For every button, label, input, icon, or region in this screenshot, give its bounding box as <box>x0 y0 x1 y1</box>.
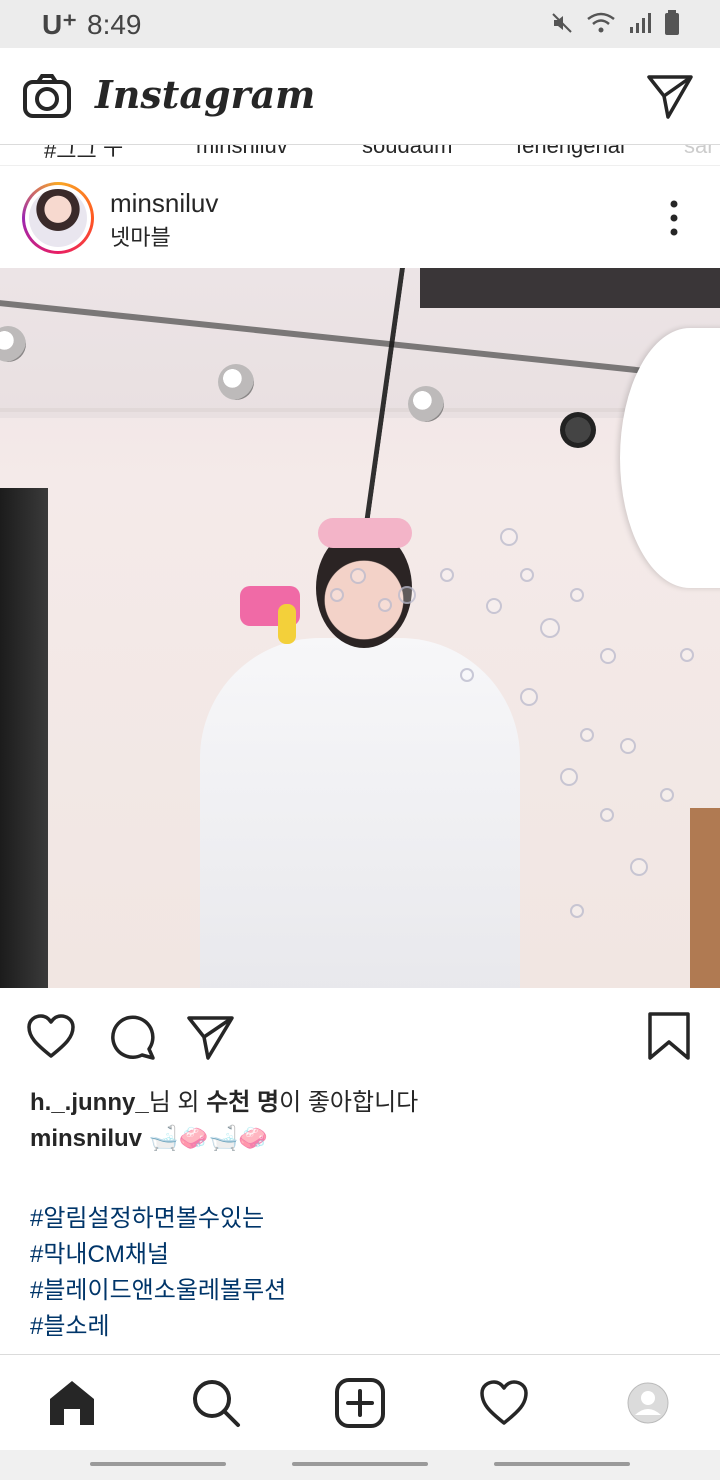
caption-emoji: 🛁🧼🛁🧼 <box>148 1125 269 1152</box>
bookmark-icon[interactable] <box>644 1012 694 1062</box>
status-icons <box>550 10 680 36</box>
add-post-icon[interactable] <box>334 1377 386 1429</box>
battery-icon <box>665 10 679 35</box>
story-label[interactable]: soudaum <box>362 145 453 159</box>
home-icon[interactable] <box>46 1377 98 1429</box>
gesture-bar <box>0 1450 720 1480</box>
story-label[interactable]: sar <box>684 145 715 159</box>
caption-username[interactable]: minsniluv <box>30 1125 142 1152</box>
avatar-image <box>29 189 87 247</box>
activity-heart-icon[interactable] <box>478 1377 530 1429</box>
gesture-hint <box>292 1462 428 1466</box>
bottom-nav <box>0 1354 720 1451</box>
gesture-hint <box>90 1462 226 1466</box>
clock: 8:49 <box>87 8 142 40</box>
hashtag-link[interactable]: #블소레 <box>30 1306 110 1341</box>
likes-user[interactable]: h._.junny_ <box>30 1089 149 1116</box>
share-icon[interactable] <box>186 1012 236 1062</box>
post-photo[interactable] <box>0 268 720 988</box>
hashtag-link[interactable]: #블레이드앤소울레볼루션 <box>30 1270 286 1305</box>
carrier-label: U⁺ <box>42 9 77 40</box>
profile-icon[interactable] <box>622 1377 674 1429</box>
instagram-logo: Instagram <box>95 72 316 117</box>
story-label[interactable]: minsniluv <box>196 145 288 159</box>
camera-icon[interactable] <box>22 72 72 122</box>
likes-count[interactable]: 수천 명 <box>206 1089 279 1116</box>
post-username[interactable]: minsniluv <box>110 188 218 219</box>
post-header: minsniluv 넷마블 <box>0 166 720 268</box>
signal-icon <box>630 13 651 33</box>
post-actions <box>0 990 720 1080</box>
more-options-icon[interactable] <box>664 198 684 238</box>
hashtag-link[interactable]: #알림설정하면볼수있는 <box>30 1198 264 1233</box>
likes-tail: 이 좋아합니다 <box>279 1089 419 1116</box>
wifi-icon <box>587 12 615 33</box>
status-left: U⁺ 8:49 <box>42 8 142 41</box>
story-label[interactable]: fenengenal <box>516 145 625 159</box>
story-label[interactable]: #그그 ㅜ <box>44 145 123 165</box>
hashtag-link[interactable]: #막내CM채널 <box>30 1234 169 1269</box>
search-icon[interactable] <box>190 1377 242 1429</box>
post-location[interactable]: 넷마블 <box>110 220 171 252</box>
status-bar: U⁺ 8:49 <box>0 0 720 48</box>
heart-icon[interactable] <box>26 1012 76 1062</box>
stories-strip[interactable]: #그그 ㅜ minsniluv soudaum fenengenal sar <box>0 145 720 166</box>
caption-line: minsniluv 🛁🧼🛁🧼 <box>30 1124 268 1153</box>
direct-send-icon[interactable] <box>646 72 694 120</box>
mute-icon <box>552 13 572 33</box>
likes-mid: 님 외 <box>148 1089 207 1116</box>
avatar[interactable] <box>22 182 94 254</box>
app-header: Instagram <box>0 48 720 145</box>
likes-line[interactable]: h._.junny_님 외 수천 명이 좋아합니다 <box>30 1082 418 1117</box>
gesture-hint <box>494 1462 630 1466</box>
comment-icon[interactable] <box>108 1012 158 1062</box>
